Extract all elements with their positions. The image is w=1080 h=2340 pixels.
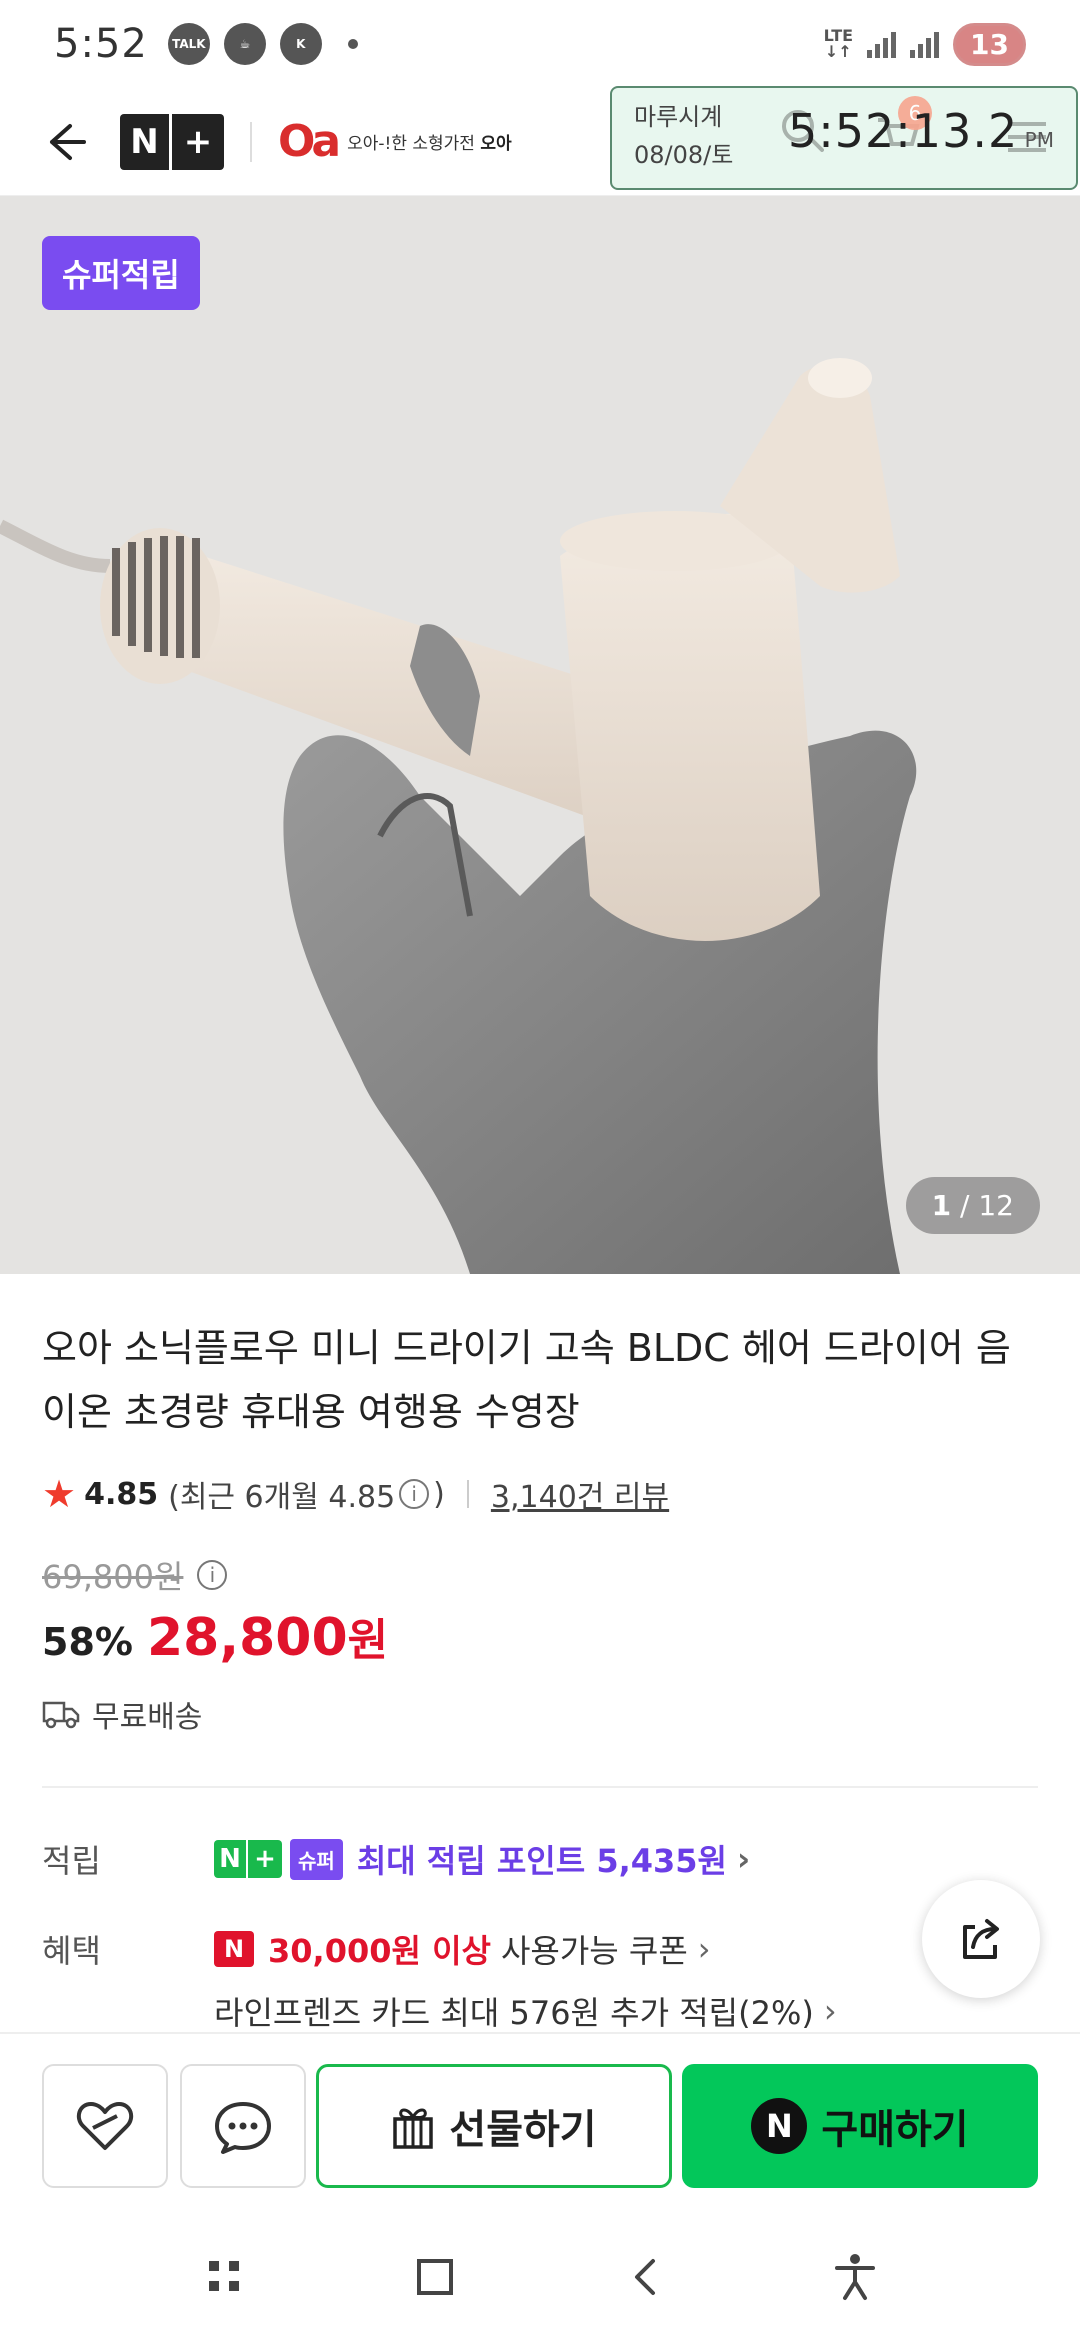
clock-ampm: PM	[1024, 128, 1054, 152]
price-row: 58% 28,800 원	[42, 1604, 388, 1668]
kakaotalk-icon: TALK	[167, 23, 210, 65]
price-unit: 원	[347, 1615, 389, 1666]
more-notifications-dot-icon	[347, 39, 358, 49]
original-price-row: 69,800원 i	[42, 1552, 231, 1598]
bottom-action-bar: 선물하기 N 구매하기	[0, 2032, 1080, 2214]
coffee-icon: ☕	[223, 23, 266, 65]
super-tag: 슈퍼	[290, 1838, 343, 1880]
accessibility-icon[interactable]	[825, 2247, 885, 2307]
back-nav-icon[interactable]	[615, 2247, 675, 2307]
benefit-label: 혜택	[42, 1932, 101, 1970]
k-app-icon: K	[279, 23, 322, 65]
back-arrow-icon[interactable]	[40, 118, 88, 166]
wishlist-button[interactable]	[42, 2064, 168, 2188]
clock-label: 마루시계	[634, 103, 723, 131]
chevron-right-icon: ›	[736, 1840, 751, 1878]
brand-name: 오아	[480, 134, 512, 154]
truck-icon	[42, 1701, 80, 1729]
brand-tagline: 오아-!한 소형가전	[347, 134, 475, 154]
status-bar: 5:52 TALK ☕ K LTE ↓↑ 13	[0, 0, 1080, 88]
card-benefit-row[interactable]: 라인프렌즈 카드 최대 576원 추가 적립(2%) ›	[214, 1988, 837, 2034]
price-info-icon[interactable]: i	[197, 1560, 228, 1590]
lte-icon: LTE ↓↑	[823, 26, 854, 61]
sale-price: 28,800	[146, 1608, 348, 1668]
heart-icon	[76, 2102, 134, 2150]
coupon-text: 사용가능 쿠폰	[500, 1932, 688, 1970]
naver-plus-logo[interactable]: N +	[120, 113, 224, 170]
image-counter: 1 / 12	[905, 1177, 1040, 1234]
points-row[interactable]: 적립 N + 슈퍼 최대 적립 포인트 5,435원 ›	[42, 1836, 750, 1882]
super-points-badge: 슈퍼적립	[42, 236, 200, 310]
gift-icon	[393, 2108, 434, 2149]
review-count-link[interactable]: 3,140건 리뷰	[491, 1472, 669, 1516]
card-benefit-text: 라인프렌즈 카드 최대 576원 추가 적립(2%)	[214, 1994, 814, 2032]
info-icon[interactable]: i	[399, 1479, 430, 1509]
coupon-row[interactable]: 혜택 N 30,000원 이상 사용가능 쿠폰 ›	[42, 1926, 711, 1972]
hair-dryer-photo	[0, 358, 917, 1274]
recent-apps-icon[interactable]	[195, 2247, 255, 2307]
star-icon: ★	[42, 1472, 77, 1516]
original-price: 69,800원	[42, 1558, 184, 1596]
brand-store-logo[interactable]: Oa 오아-!한 소형가전 오아	[278, 116, 512, 167]
rating-row: ★ 4.85 (최근 6개월 4.85 i ) 3,140건 리뷰	[42, 1472, 670, 1516]
share-button[interactable]	[922, 1880, 1040, 1998]
discount-rate: 58%	[42, 1620, 133, 1664]
naver-plus-tag: N +	[214, 1840, 282, 1878]
signal-icon	[867, 30, 897, 58]
buy-label: 구매하기	[821, 2107, 969, 2153]
recent-rating: (최근 6개월 4.85	[168, 1480, 396, 1515]
chevron-right-icon: ›	[823, 1992, 837, 2030]
header-divider	[250, 121, 252, 162]
shipping-info: 무료배송	[42, 1692, 202, 1736]
home-icon[interactable]	[405, 2247, 465, 2307]
floating-clock-widget[interactable]: 마루시계 08/08/토 6 5:52:13.2 PM	[610, 86, 1078, 190]
share-icon	[963, 1919, 999, 1959]
battery-indicator: 13	[953, 22, 1026, 66]
coupon-amount: 30,000원 이상	[268, 1932, 491, 1970]
naver-coupon-tag: N	[214, 1931, 254, 1967]
notification-icons: TALK ☕ K	[167, 23, 358, 65]
clock-date: 08/08/토	[634, 141, 734, 169]
clock-time: 5:52:13.2	[788, 104, 1019, 158]
buy-button[interactable]: N 구매하기	[682, 2064, 1038, 2188]
shipping-text: 무료배송	[92, 1700, 203, 1735]
gift-label: 선물하기	[449, 2107, 597, 2153]
max-points-text: 최대 적립 포인트 5,435원	[356, 1842, 727, 1880]
chevron-right-icon: ›	[697, 1930, 711, 1968]
gift-button[interactable]: 선물하기	[316, 2064, 672, 2188]
chat-bubble-icon	[215, 2102, 271, 2154]
talktalk-button[interactable]	[180, 2064, 306, 2188]
system-navigation-bar	[0, 2214, 1080, 2340]
signal-icon-2	[910, 30, 940, 58]
points-label: 적립	[42, 1842, 101, 1880]
product-image-carousel[interactable]: 슈퍼적립 1 / 12	[0, 196, 1080, 1274]
section-divider	[42, 1786, 1038, 1788]
naver-pay-icon: N	[751, 2098, 808, 2154]
brand-mark-icon: Oa	[278, 116, 341, 167]
status-time: 5:52	[54, 21, 148, 67]
product-title: 오아 소닉플로우 미니 드라이기 고속 BLDC 헤어 드라이어 음이온 초경량…	[42, 1326, 1011, 1434]
rating-value: 4.85	[84, 1476, 159, 1512]
